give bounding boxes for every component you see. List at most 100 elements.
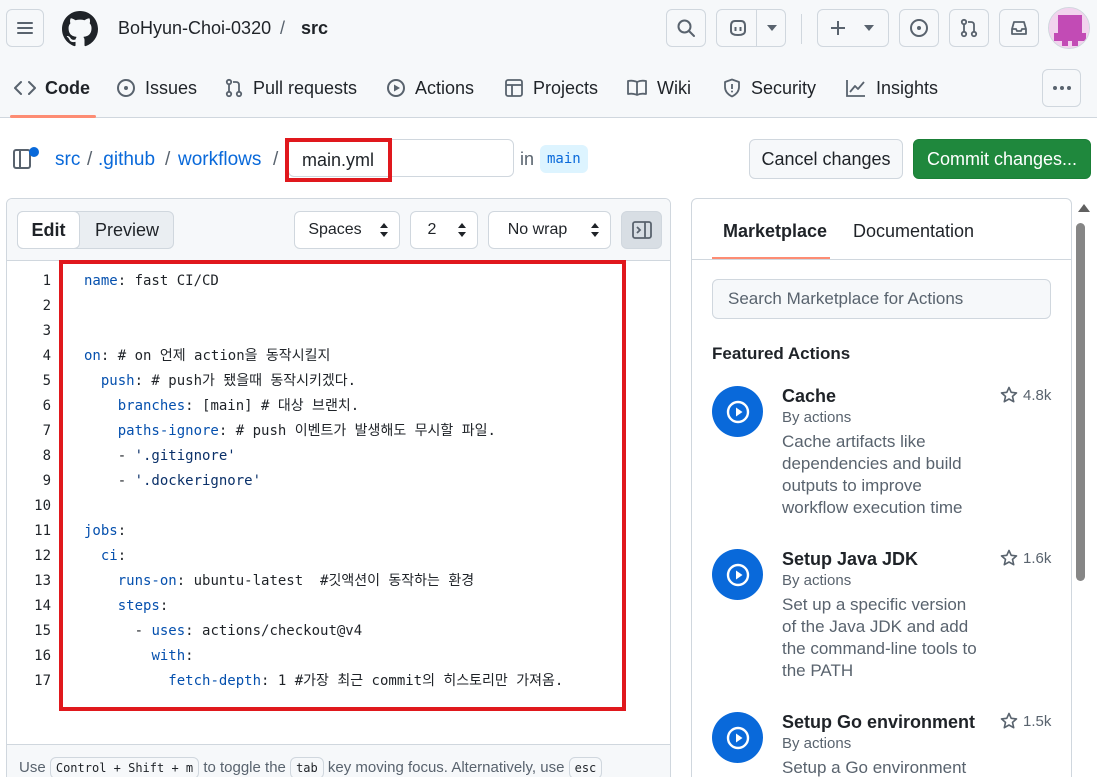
create-new-button[interactable]	[817, 9, 889, 47]
cancel-changes-button[interactable]: Cancel changes	[749, 139, 903, 179]
code-line[interactable]: push: # push가 됐을때 동작시키겠다.	[84, 369, 356, 394]
breadcrumb-separator: /	[280, 18, 286, 38]
nav-tab-label: Projects	[533, 77, 599, 98]
global-header: BoHyun-Choi-0320 / src	[0, 0, 1097, 58]
github-logo-icon[interactable]	[62, 11, 98, 47]
code-line[interactable]: paths-ignore: # push 이벤트가 발생해도 무시할 파일.	[84, 419, 496, 444]
in-label: in	[520, 149, 535, 169]
code-line[interactable]: on: # on 언제 action을 동작시킬지	[84, 344, 330, 369]
code-content-area[interactable]: 1 2 3 4 5 6 7 8 9 10 11 12 13 14 15 16 17 name: fast CI/…	[7, 261, 670, 743]
nav-tab-label: Issues	[145, 77, 198, 98]
indent-size-select[interactable]: 2	[410, 211, 478, 249]
code-line[interactable]: ci:	[84, 544, 126, 569]
code-line[interactable]: fetch-depth: 1 #가장 최근 commit의 히스토리만 가져옴.	[84, 669, 563, 694]
nav-tab-label: Pull requests	[253, 77, 358, 98]
code-line[interactable]: - uses: actions/checkout@v4	[84, 619, 363, 644]
copilot-icon	[730, 20, 746, 37]
user-avatar[interactable]	[1048, 7, 1090, 49]
sidebar-collapse-icon	[631, 221, 652, 239]
marketplace-search-input[interactable]: Search Marketplace for Actions	[712, 279, 1051, 319]
inbox-button[interactable]	[999, 9, 1039, 47]
hint-text: key moving focus. Alternatively, use	[327, 758, 565, 776]
line-number: 14	[34, 598, 51, 614]
star-count: 4.8k	[1023, 386, 1052, 404]
issue-opened-icon	[117, 79, 135, 97]
tab-edit[interactable]: Edit	[17, 211, 80, 249]
action-description: Set up a specific version of the Java JD…	[782, 595, 977, 680]
tab-marketplace[interactable]: Marketplace	[723, 221, 827, 242]
edit-preview-toggle: Edit Preview	[17, 211, 174, 249]
wrap-mode-select[interactable]: No wrap	[488, 211, 611, 249]
code-icon	[14, 81, 36, 95]
action-title[interactable]: Cache	[782, 386, 836, 407]
path-link-github[interactable]: .github	[98, 149, 155, 171]
more-options-button[interactable]	[1042, 69, 1081, 107]
git-pull-request-icon	[960, 18, 978, 38]
code-line[interactable]: runs-on: ubuntu-latest #깃액션이 동작하는 환경	[84, 569, 474, 594]
pull-requests-button[interactable]	[949, 9, 989, 47]
line-number: 10	[34, 498, 51, 514]
indent-mode-select[interactable]: Spaces	[294, 211, 400, 249]
code-line[interactable]: name: fast CI/CD	[84, 269, 219, 294]
select-arrows-icon	[591, 223, 599, 237]
nav-tab-projects[interactable]: Projects	[504, 76, 598, 100]
line-number: 6	[42, 398, 51, 414]
hint-text: to toggle the	[203, 758, 286, 776]
indent-size-value: 2	[427, 221, 437, 238]
tab-preview[interactable]: Preview	[80, 212, 174, 248]
action-title[interactable]: Setup Java JDK	[782, 549, 918, 570]
commit-changes-button[interactable]: Commit changes...	[913, 139, 1091, 179]
nav-tab-issues[interactable]: Issues	[116, 76, 197, 100]
nav-tab-wiki[interactable]: Wiki	[626, 76, 691, 100]
path-link-workflows[interactable]: workflows	[178, 149, 261, 171]
select-arrows-icon	[458, 223, 466, 237]
star-count: 1.5k	[1023, 712, 1052, 730]
owner-link[interactable]: BoHyun-Choi-0320	[118, 18, 271, 39]
plus-icon	[831, 21, 845, 35]
scrollbar-thumb[interactable]	[1076, 223, 1085, 581]
code-line[interactable]: with:	[84, 644, 193, 669]
tab-documentation[interactable]: Documentation	[853, 221, 974, 242]
search-button[interactable]	[666, 9, 706, 47]
code-line[interactable]: - '.gitignore'	[84, 444, 236, 469]
code-line[interactable]: branches: [main] # 대상 브랜치.	[84, 394, 359, 419]
graph-icon	[846, 80, 865, 97]
line-number: 13	[34, 573, 51, 589]
path-link-src[interactable]: src	[55, 149, 80, 171]
code-line[interactable]: - '.dockerignore'	[84, 469, 261, 494]
toggle-sidebar-button[interactable]	[621, 211, 662, 249]
active-tab-indicator	[10, 115, 96, 118]
nav-tab-insights[interactable]: Insights	[845, 76, 938, 100]
action-play-icon	[712, 386, 763, 437]
nav-tab-security[interactable]: Security	[722, 76, 816, 100]
line-number: 16	[34, 648, 51, 664]
nav-tab-actions[interactable]: Actions	[386, 76, 474, 100]
kebab-horizontal-icon	[1052, 86, 1071, 90]
star-icon	[1000, 386, 1018, 403]
nav-tab-code[interactable]: Code	[14, 76, 90, 100]
repo-link[interactable]: src	[301, 18, 328, 39]
copilot-button[interactable]	[716, 9, 786, 47]
chevron-down-icon	[767, 25, 777, 31]
inbox-icon	[1011, 21, 1027, 35]
line-number: 2	[42, 298, 51, 314]
action-play-icon	[712, 549, 763, 600]
line-number: 8	[42, 448, 51, 464]
hamburger-menu-button[interactable]	[6, 9, 44, 47]
code-line[interactable]: steps:	[84, 594, 169, 619]
issues-button[interactable]	[899, 9, 939, 47]
code-line[interactable]: jobs:	[84, 519, 126, 544]
search-icon	[677, 19, 695, 37]
action-play-icon	[712, 712, 763, 763]
book-icon	[627, 79, 647, 96]
three-bars-icon	[17, 22, 33, 34]
indent-mode-value: Spaces	[308, 221, 362, 238]
scroll-up-arrow-icon[interactable]	[1078, 204, 1090, 212]
action-title[interactable]: Setup Go environment	[782, 712, 975, 733]
nav-tab-pull-requests[interactable]: Pull requests	[224, 76, 357, 100]
nav-tab-label: Code	[45, 77, 90, 98]
star-icon	[1000, 549, 1018, 566]
action-author: By actions	[782, 735, 852, 752]
branch-badge: main	[540, 145, 588, 173]
sidebar-expand-icon[interactable]	[13, 146, 43, 172]
